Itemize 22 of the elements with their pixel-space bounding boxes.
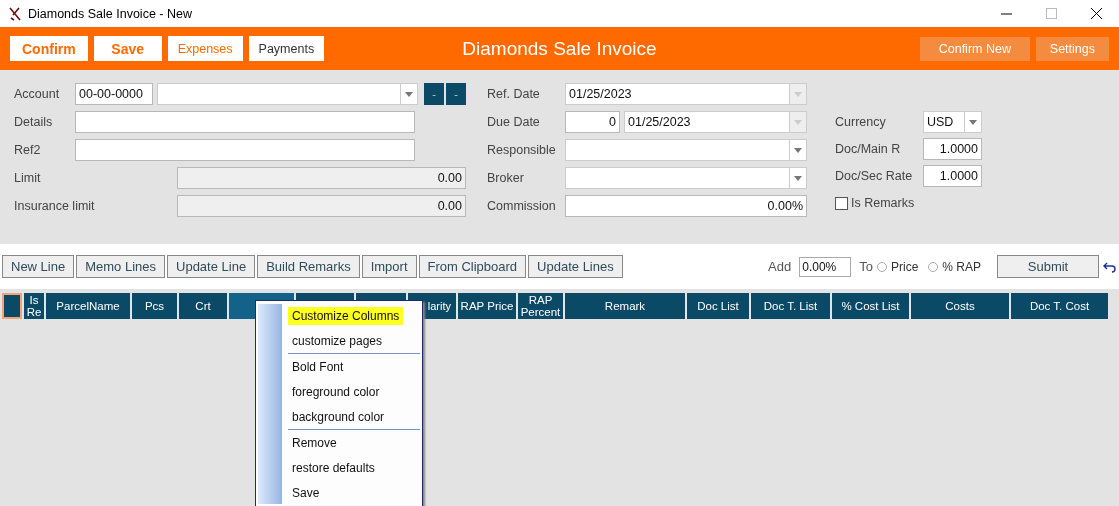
field-label: Ref2 bbox=[14, 143, 42, 157]
field-label: Responsible bbox=[487, 143, 557, 157]
field-label: Due Date bbox=[487, 115, 541, 129]
field-label: Commission bbox=[487, 199, 557, 213]
field-label: Limit bbox=[14, 171, 42, 185]
window-title: Diamonds Sale Invoice - New bbox=[28, 6, 192, 21]
form-title: Diamonds Sale Invoice bbox=[462, 37, 657, 59]
to-label: To bbox=[859, 259, 873, 274]
field-label: Doc/Main R bbox=[835, 142, 902, 156]
field-label: Details bbox=[14, 115, 54, 129]
field-label: Currency bbox=[835, 115, 887, 129]
readonly-field: 0.00 bbox=[177, 195, 466, 217]
field-label: Insurance limit bbox=[14, 199, 95, 213]
add-label: Add bbox=[768, 259, 792, 274]
field-label: Broker bbox=[487, 171, 525, 185]
field-label: Ref. Date bbox=[487, 87, 541, 101]
field-label: Account bbox=[14, 87, 61, 101]
checkbox-label: Is Remarks bbox=[851, 196, 915, 210]
radio-label: % RAP bbox=[942, 259, 981, 274]
field-label: Doc/Sec Rate bbox=[835, 169, 914, 183]
readonly-field: 0.00 bbox=[177, 167, 466, 189]
radio-label: Price bbox=[890, 259, 919, 274]
